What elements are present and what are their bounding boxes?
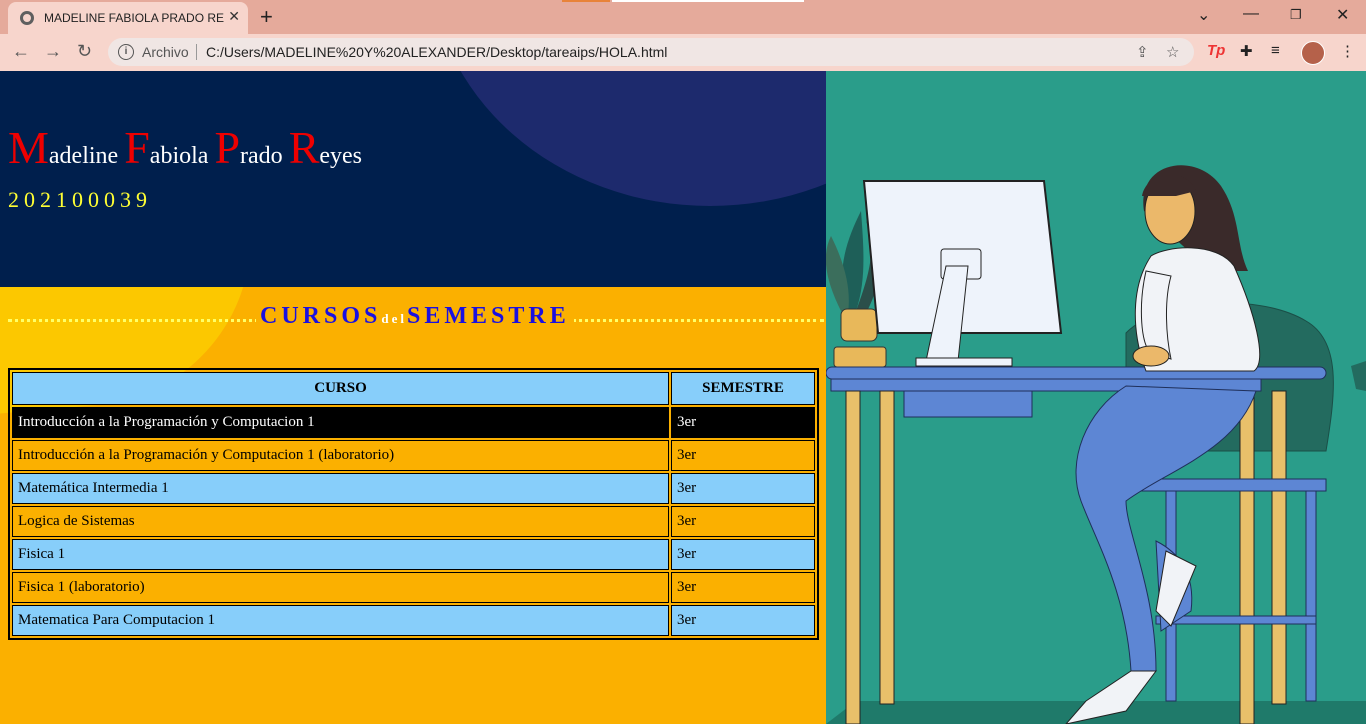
url-text[interactable]: C:/Users/MADELINE%20Y%20ALEXANDER/Deskto…: [206, 44, 667, 60]
table-row[interactable]: Matematica Para Computacion 1 3er: [12, 605, 815, 636]
cell-semestre: 3er: [671, 440, 815, 471]
table-row[interactable]: Introducción a la Programación y Computa…: [12, 440, 815, 471]
cell-semestre: 3er: [671, 473, 815, 504]
puzzle-icon[interactable]: ✚: [1240, 42, 1253, 60]
title-part: CURSOS: [260, 303, 382, 329]
address-bar[interactable]: i Archivo C:/Users/MADELINE%20Y%20ALEXAN…: [108, 38, 1194, 66]
star-icon[interactable]: ☆: [1166, 43, 1179, 61]
cell-semestre: 3er: [671, 506, 815, 537]
cell-curso: Matemática Intermedia 1: [12, 473, 669, 504]
browser-tab[interactable]: MADELINE FABIOLA PRADO REYES ✕: [8, 2, 248, 34]
table-row[interactable]: Logica de Sistemas 3er: [12, 506, 815, 537]
name-initial: F: [124, 122, 150, 173]
tab-accent: [562, 0, 610, 2]
hand: [1132, 345, 1170, 367]
info-icon[interactable]: i: [118, 44, 134, 60]
student-id: 202100039: [8, 187, 152, 212]
table-row[interactable]: Introducción a la Programación y Computa…: [12, 407, 815, 438]
page-content: Madeline Fabiola Prado Reyes 202100039 C…: [0, 71, 1366, 724]
menu-icon[interactable]: ⋮: [1340, 42, 1355, 60]
cell-semestre: 3er: [671, 605, 815, 636]
table-row[interactable]: Matemática Intermedia 1 3er: [12, 473, 815, 504]
name-rest: rado: [240, 143, 289, 169]
books: [833, 346, 887, 368]
arm: [1140, 270, 1172, 360]
tab-title: MADELINE FABIOLA PRADO REYES: [44, 11, 224, 25]
reload-icon[interactable]: ↻: [77, 41, 92, 62]
woman-at-computer-illustration: [826, 165, 1366, 724]
forward-icon[interactable]: →: [44, 41, 62, 62]
illustration-panel: [826, 71, 1366, 724]
student-name: Madeline Fabiola Prado Reyes: [8, 121, 362, 174]
close-icon[interactable]: ✕: [228, 8, 240, 25]
desk-leg: [1239, 390, 1255, 724]
stool-leg: [1305, 490, 1317, 702]
title-part: del: [381, 311, 407, 326]
share-icon[interactable]: ⇪: [1136, 43, 1149, 61]
restore-icon[interactable]: ❐: [1290, 7, 1302, 23]
keyboard: [915, 357, 1013, 367]
courses-table: CURSO SEMESTRE Introducción a la Program…: [8, 368, 819, 640]
tab-accent: [612, 0, 804, 2]
desk-leg: [845, 390, 861, 724]
window-close-icon[interactable]: ✕: [1336, 5, 1349, 25]
globe-favicon-icon: [20, 11, 34, 25]
minimize-icon[interactable]: —: [1243, 5, 1259, 23]
cell-curso: Fisica 1: [12, 539, 669, 570]
cell-semestre: 3er: [671, 539, 815, 570]
back-icon[interactable]: ←: [12, 41, 30, 62]
table-header-row: CURSO SEMESTRE: [12, 372, 815, 405]
cell-curso: Fisica 1 (laboratorio): [12, 572, 669, 603]
name-initial: P: [214, 122, 241, 173]
name-initial: M: [8, 122, 49, 173]
plant-leaf: [826, 236, 849, 313]
cell-semestre: 3er: [671, 572, 815, 603]
column-header-semestre: SEMESTRE: [671, 372, 815, 405]
tab-search-chevron-icon[interactable]: ⌄: [1197, 5, 1210, 25]
name-rest: abiola: [149, 143, 215, 169]
tab-strip: MADELINE FABIOLA PRADO REYES ✕ + ⌄ — ❐ ✕: [0, 0, 1366, 34]
extension-tp-icon[interactable]: Tp: [1207, 42, 1225, 59]
name-rest: adeline: [48, 143, 125, 169]
desk-leg: [1271, 390, 1287, 705]
cell-curso: Matematica Para Computacion 1: [12, 605, 669, 636]
avatar[interactable]: [1301, 41, 1325, 65]
plant-pot: [840, 308, 878, 342]
desk-drawer: [903, 390, 1033, 418]
cell-curso: Introducción a la Programación y Computa…: [12, 440, 669, 471]
section-title: CURSOSdelSEMESTRE: [256, 303, 574, 330]
media-icon[interactable]: ≡: [1271, 42, 1280, 59]
cell-curso: Introducción a la Programación y Computa…: [12, 407, 669, 438]
desk-leg: [879, 390, 895, 705]
title-part: SEMESTRE: [406, 303, 570, 329]
scheme-label: Archivo: [142, 44, 189, 60]
column-header-curso: CURSO: [12, 372, 669, 405]
divider: [196, 44, 197, 60]
new-tab-button[interactable]: +: [260, 4, 273, 30]
side-leaf: [1351, 361, 1366, 391]
table-row[interactable]: Fisica 1 3er: [12, 539, 815, 570]
name-rest: eyes: [319, 143, 363, 169]
cell-semestre: 3er: [671, 407, 815, 438]
browser-toolbar: ← → ↻ i Archivo C:/Users/MADELINE%20Y%20…: [0, 34, 1366, 71]
name-initial: R: [288, 122, 320, 173]
cell-curso: Logica de Sistemas: [12, 506, 669, 537]
table-row[interactable]: Fisica 1 (laboratorio) 3er: [12, 572, 815, 603]
